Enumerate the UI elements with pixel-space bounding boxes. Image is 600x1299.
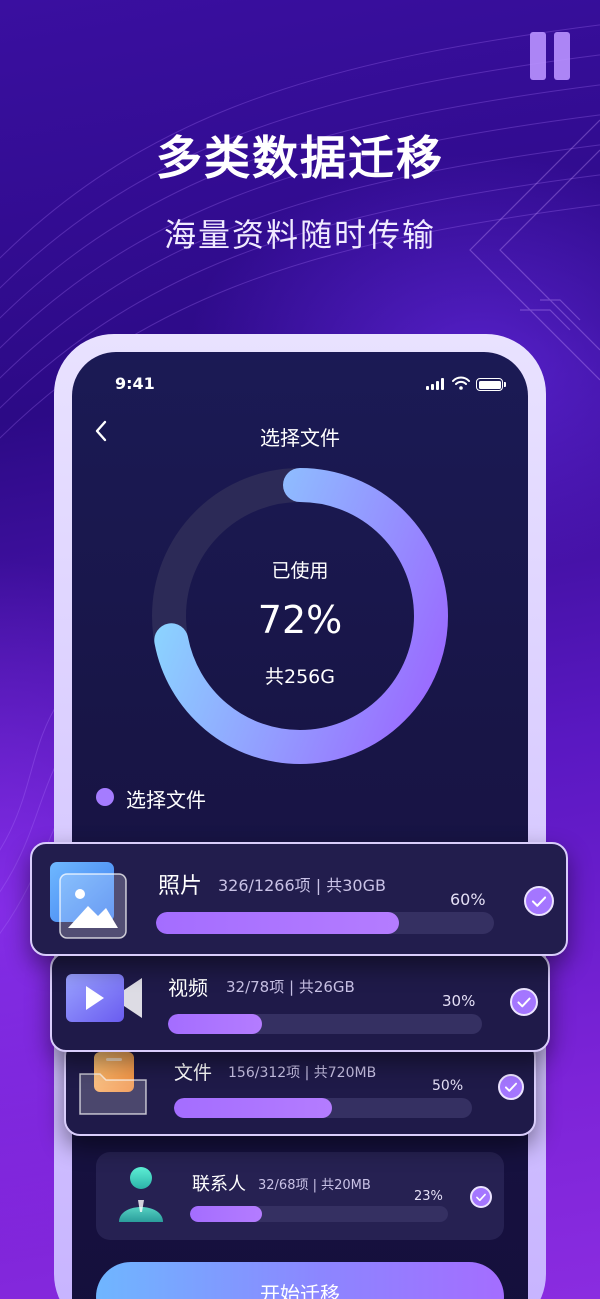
check-icon[interactable]: [510, 988, 538, 1016]
folder-icon: [79, 1052, 147, 1115]
nav-bar: 选择文件: [72, 418, 528, 450]
category-name: 文件: [174, 1062, 213, 1084]
check-icon[interactable]: [498, 1074, 524, 1100]
category-card-contacts[interactable]: 联系人 32/68项 | 共20MB 23%: [96, 1152, 504, 1240]
status-bar: 9:41: [72, 374, 528, 394]
category-card-files[interactable]: 文件 156/312项 | 共720MB 50%: [64, 1040, 536, 1136]
legend-label: 选择文件: [126, 788, 206, 812]
category-name: 视频: [168, 976, 208, 1000]
total-storage: 共256G: [265, 666, 335, 688]
used-percent: 72%: [257, 598, 343, 642]
battery-icon: [476, 378, 506, 391]
wifi-icon: [452, 376, 470, 390]
video-icon: [66, 974, 142, 1022]
progress-fill: [156, 912, 400, 934]
pause-icon[interactable]: [530, 32, 572, 80]
category-card-video[interactable]: 视频 32/78项 | 共26GB 30%: [50, 952, 550, 1052]
check-icon[interactable]: [470, 1186, 492, 1208]
check-icon[interactable]: [524, 886, 554, 916]
nav-title: 选择文件: [260, 426, 340, 450]
legend-dot: [96, 788, 114, 806]
category-percent: 30%: [442, 992, 476, 1010]
used-label: 已使用: [271, 560, 329, 582]
photo-icon: [50, 862, 127, 939]
hero-subtitle: 海量资料随时传输: [163, 216, 436, 254]
status-icons: [426, 376, 506, 392]
category-percent: 50%: [432, 1078, 464, 1094]
contact-icon: [119, 1167, 163, 1222]
progress-fill: [190, 1206, 263, 1222]
category-percent: 23%: [414, 1189, 443, 1204]
progress-fill: [168, 1014, 263, 1034]
progress-fill: [174, 1098, 332, 1118]
category-detail: 156/312项 | 共720MB: [228, 1065, 377, 1081]
status-time: 9:41: [115, 374, 155, 393]
hero-title: 多类数据迁移: [156, 131, 444, 185]
category-detail: 32/78项 | 共26GB: [226, 978, 355, 996]
progress-track: [174, 1098, 472, 1118]
category-name: 联系人: [192, 1174, 246, 1195]
category-percent: 60%: [450, 890, 486, 909]
signal-icon: [426, 378, 446, 390]
category-card-photos[interactable]: 照片 326/1266项 | 共30GB 60%: [30, 842, 568, 956]
storage-ring: 已使用 72% 共256G: [152, 468, 448, 764]
start-migration-button[interactable]: 开始迁移: [96, 1262, 504, 1299]
progress-track: [168, 1014, 482, 1034]
progress-track: [190, 1206, 448, 1222]
category-detail: 32/68项 | 共20MB: [258, 1178, 371, 1193]
progress-track: [156, 912, 494, 934]
category-detail: 326/1266项 | 共30GB: [218, 876, 386, 895]
category-name: 照片: [158, 874, 203, 899]
